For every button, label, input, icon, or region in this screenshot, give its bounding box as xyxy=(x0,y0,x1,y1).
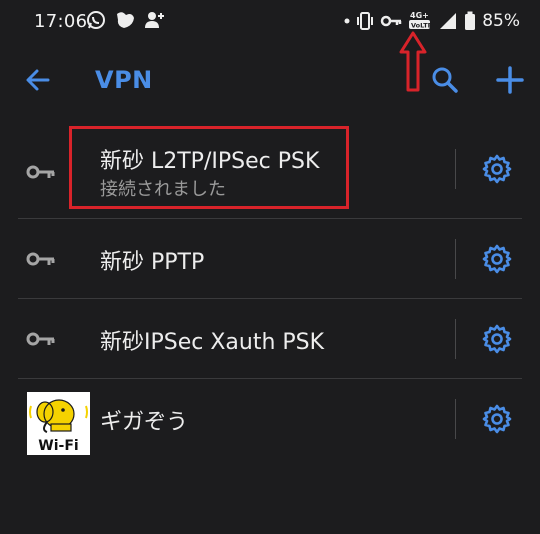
divider xyxy=(455,149,456,189)
annotation-box xyxy=(69,126,349,209)
key-icon xyxy=(26,252,55,266)
wifi-logo-text: Wi-Fi xyxy=(38,438,78,454)
annotation-arrow-icon xyxy=(399,31,427,92)
dot-icon xyxy=(344,18,350,24)
add-icon[interactable] xyxy=(492,62,528,98)
gear-icon[interactable] xyxy=(481,323,513,355)
status-bar: 17:06 4G+ VoLTE 85% xyxy=(0,0,540,44)
key-icon xyxy=(26,332,55,346)
vpn-name: ギガぞう xyxy=(100,410,189,435)
vpn-name: 新砂IPSec Xauth PSK xyxy=(100,330,325,355)
gear-icon[interactable] xyxy=(481,403,513,435)
whatsapp-icon xyxy=(87,11,105,29)
vibrate-icon xyxy=(357,12,374,30)
gear-icon[interactable] xyxy=(481,243,513,275)
giga-zou-wifi-logo: Wi-Fi xyxy=(27,392,90,455)
status-time: 17:06 xyxy=(34,11,88,32)
app-toolbar: VPN xyxy=(0,50,540,110)
battery-percent: 85% xyxy=(482,11,520,31)
battery-icon xyxy=(465,11,476,30)
vpn-item[interactable]: 新砂 L2TP/IPSec PSK 接続されました xyxy=(0,123,540,219)
back-arrow-icon[interactable] xyxy=(20,62,56,98)
gear-icon[interactable] xyxy=(481,153,513,185)
add-person-icon xyxy=(145,12,164,28)
divider xyxy=(455,319,456,359)
network-label: 4G+ xyxy=(410,11,429,20)
page-title: VPN xyxy=(95,66,153,94)
lte-icon: 4G+ VoLTE xyxy=(409,11,432,30)
vpn-item[interactable]: 新砂 PPTP xyxy=(0,219,540,299)
vpn-item[interactable]: 新砂IPSec Xauth PSK xyxy=(0,299,540,379)
key-icon xyxy=(26,165,55,179)
svg-text:VoLTE: VoLTE xyxy=(411,22,432,30)
search-icon[interactable] xyxy=(428,63,462,97)
divider xyxy=(455,239,456,279)
vpn-name: 新砂 PPTP xyxy=(100,250,205,275)
vpn-key-icon xyxy=(380,15,402,27)
divider xyxy=(455,399,456,439)
signal-icon xyxy=(440,13,457,29)
bird-icon xyxy=(117,12,134,28)
